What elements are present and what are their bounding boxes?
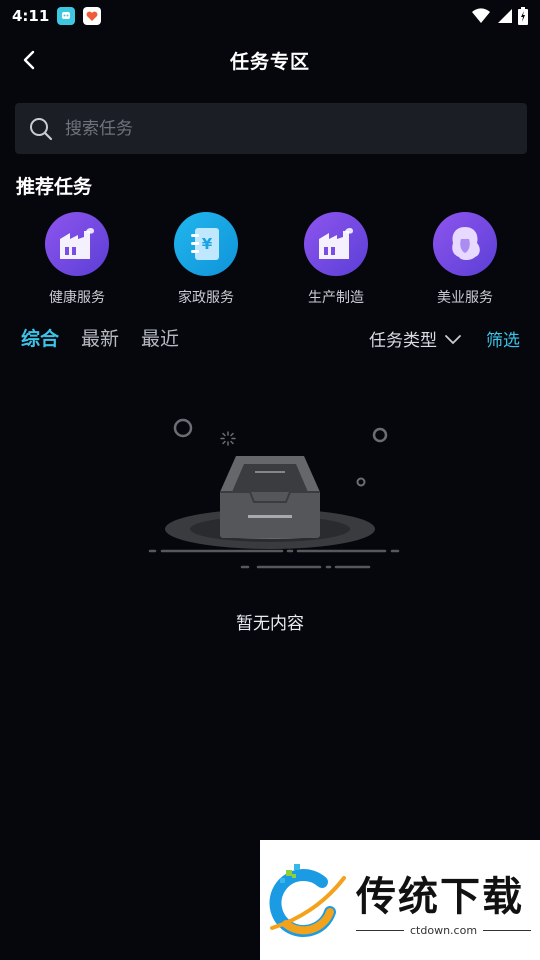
- category-label: 生产制造: [308, 290, 364, 306]
- chevron-down-icon: [445, 334, 461, 344]
- category-beauty[interactable]: 美业服务: [410, 212, 520, 307]
- empty-state-text: 暂无内容: [236, 614, 304, 634]
- category-housekeeping[interactable]: ¥ 家政服务: [151, 212, 261, 307]
- empty-box-illustration: [148, 418, 400, 569]
- factory-icon: [304, 212, 368, 276]
- battery-icon: [518, 7, 528, 25]
- recommend-title: 推荐任务: [16, 176, 93, 198]
- category-label: 家政服务: [178, 290, 234, 306]
- search-input[interactable]: [65, 118, 485, 139]
- filter-button[interactable]: 筛选: [486, 326, 520, 351]
- watermark-logo: 传统下载 ctdown.com: [260, 840, 540, 960]
- app-notification-icon: [57, 7, 76, 25]
- tab-comprehensive[interactable]: 综合: [21, 324, 59, 351]
- header: 任务专区: [0, 38, 540, 82]
- search-icon: [30, 117, 53, 140]
- factory-icon: [45, 212, 109, 276]
- signal-icon: [498, 9, 512, 23]
- app-notification-icon-2: [83, 7, 102, 25]
- notebook-yen-icon: ¥: [174, 212, 238, 276]
- status-time: 4:11: [12, 7, 50, 25]
- woman-hair-icon: [433, 212, 497, 276]
- back-arrow-icon[interactable]: [18, 48, 42, 72]
- page-title: 任务专区: [229, 50, 310, 73]
- svg-text:¥: ¥: [202, 235, 213, 253]
- task-type-dropdown[interactable]: 任务类型: [369, 326, 463, 351]
- watermark-site: ctdown.com: [410, 923, 478, 937]
- category-label: 健康服务: [49, 290, 105, 306]
- category-manufacturing[interactable]: 生产制造: [281, 212, 391, 307]
- category-label: 美业服务: [437, 290, 493, 306]
- category-list: 健康服务 ¥ 家政服务 生产制造 美业服务: [0, 212, 540, 312]
- category-health[interactable]: 健康服务: [22, 212, 132, 307]
- tab-newest[interactable]: 最新: [81, 324, 119, 351]
- search-bar[interactable]: [15, 103, 527, 154]
- tab-recent[interactable]: 最近: [141, 324, 179, 351]
- wifi-icon: [472, 8, 490, 23]
- task-type-label: 任务类型: [369, 331, 437, 351]
- watermark-title: 传统下载: [356, 873, 524, 920]
- watermark-c-logo-icon: [269, 864, 346, 937]
- status-bar: 4:11: [0, 0, 540, 32]
- sort-tabs: 综合 最新 最近: [21, 324, 179, 351]
